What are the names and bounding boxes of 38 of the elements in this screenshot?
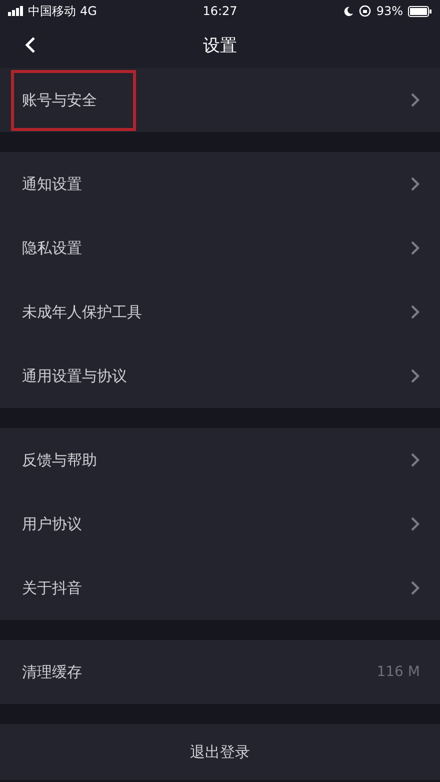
row-label: 隐私设置 [22,238,82,258]
settings-row[interactable]: 账号与安全 [0,68,440,132]
settings-row[interactable]: 通用设置与协议 [0,344,440,408]
chevron-icon [410,368,420,384]
settings-row[interactable]: 清理缓存 116 M [0,640,440,704]
chevron-icon [410,240,420,256]
row-label: 通知设置 [22,174,82,194]
settings-row[interactable]: 反馈与帮助 [0,428,440,492]
chevron-icon [410,176,420,192]
chevron-icon [410,452,420,468]
row-label: 用户协议 [22,514,82,534]
row-label: 反馈与帮助 [22,450,97,470]
status-time: 16:27 [202,4,238,18]
chevron-icon [410,92,420,108]
settings-row[interactable]: 关于抖音 [0,556,440,620]
settings-row[interactable]: 通知设置 [0,152,440,216]
moon-icon [343,6,354,16]
chevron-icon [410,580,420,596]
settings-row[interactable]: 隐私设置 [0,216,440,280]
back-icon[interactable] [24,36,36,54]
settings-row[interactable]: 用户协议 [0,492,440,556]
network-type: 4G [80,4,97,18]
page-title: 设置 [203,34,237,56]
logout-button[interactable]: 退出登录 [0,724,440,780]
row-label: 清理缓存 [22,662,82,682]
battery-percent: 93% [376,4,403,18]
row-label: 关于抖音 [22,578,82,598]
cache-size: 116 M [376,664,420,680]
chevron-icon [410,304,420,320]
carrier-name: 中国移动 [28,2,76,20]
signal-icon [8,6,24,16]
battery-icon [408,6,432,16]
highlighted-label: 账号与安全 [12,70,135,130]
rotation-lock-icon [359,5,372,17]
settings-row[interactable]: 未成年人保护工具 [0,280,440,344]
row-label: 通用设置与协议 [22,366,127,386]
row-label: 未成年人保护工具 [22,302,142,322]
chevron-icon [410,516,420,532]
